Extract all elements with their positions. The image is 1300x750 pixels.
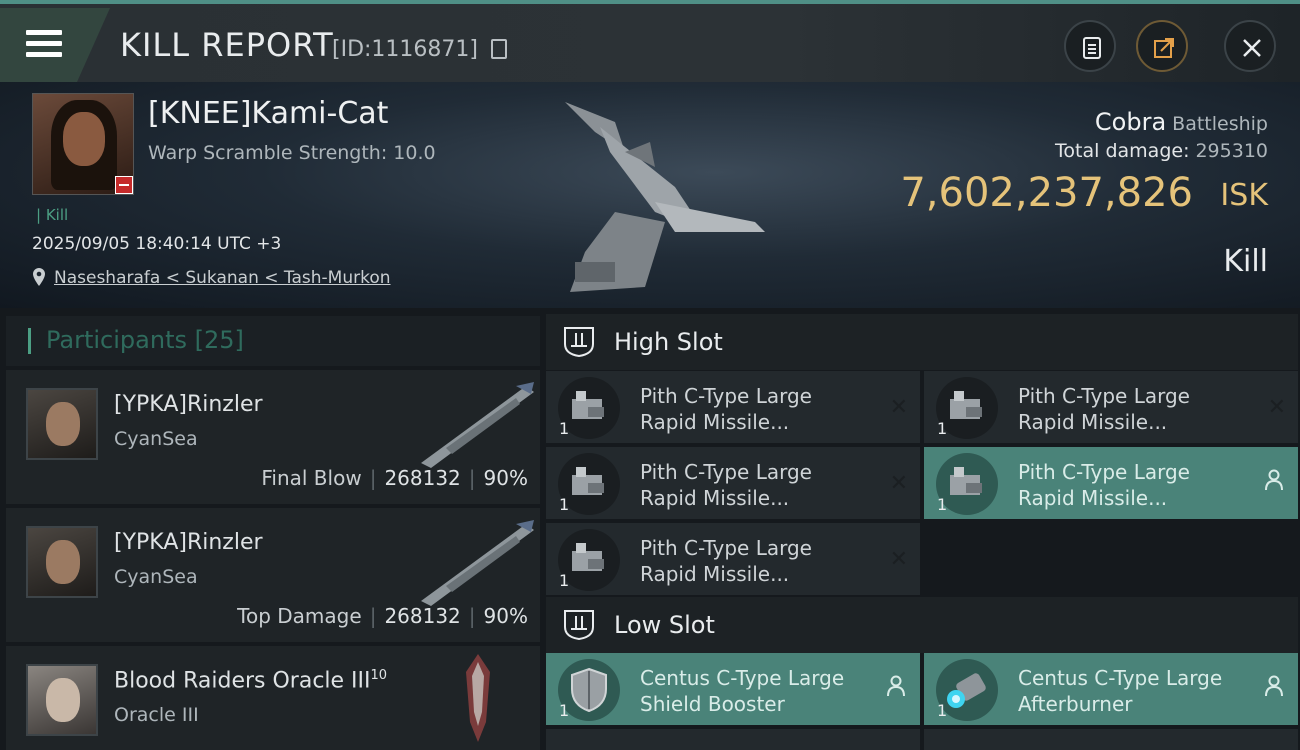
participant-row[interactable]: Blood Raiders Oracle III10 Oracle III [6,646,540,750]
hamburger-icon [26,30,62,58]
module-quantity: 1 [559,701,570,720]
isk-value: 7,602,237,826 [900,170,1193,216]
destroyed-icon: ✕ [889,395,908,420]
module-slot[interactable]: 1 Pith C-Type Large Rapid Missile... ✕ [546,371,920,443]
victim-name[interactable]: [KNEE]Kami-Cat [148,96,388,131]
module-quantity: 1 [559,495,570,514]
module-slot[interactable]: 1 Pith C-Type Large Rapid Missile... [924,447,1298,519]
person-icon [887,675,905,697]
participant-name: [YPKA]Rinzler [114,530,263,555]
share-button[interactable] [1136,20,1188,72]
module-name: Centus C-Type Large Afterburner [1018,666,1223,716]
destroyed-icon: ✕ [889,547,908,572]
module-name: Centus C-Type Large Shield Booster [640,666,845,716]
kill-datetime: 2025/09/05 18:40:14 UTC +3 [32,234,282,254]
participant-level: 10 [370,668,388,683]
participant-percent: 90% [483,604,528,628]
person-icon [1265,675,1283,697]
module-quantity: 1 [937,419,948,438]
module-name: Pith C-Type Large Rapid Missile... [640,460,812,510]
close-icon [1243,39,1261,57]
module-slot[interactable]: 1 Pith C-Type Large Rapid Missile... ✕ [924,371,1298,443]
participant-name: Blood Raiders Oracle III10 [114,668,388,694]
participant-corp: CyanSea [114,428,198,450]
high-slot-header: High Slot [546,314,1298,370]
isk-unit: ISK [1220,178,1268,213]
module-quantity: 1 [559,571,570,590]
participant-corp: CyanSea [114,566,198,588]
module-name: Pith C-Type Large Rapid Missile... [1018,460,1190,510]
module-quantity: 1 [559,419,570,438]
participant-ship-image [421,382,534,468]
result-label: Kill [1223,244,1268,279]
module-quantity: 1 [937,701,948,720]
low-slot-title: Low Slot [614,611,715,639]
participants-title: Participants [25] [46,326,244,354]
participant-damage: 268132 [384,466,461,490]
clipboard-icon [1083,37,1101,59]
ship-class: Battleship [1172,113,1268,135]
module-quantity: 1 [937,495,948,514]
low-slot-header: Low Slot [546,597,1298,653]
warp-scramble-strength: Warp Scramble Strength: 10.0 [148,142,436,164]
victim-ship-image[interactable] [555,92,775,302]
participant-corp: Oracle III [114,704,199,726]
module-name: Pith C-Type Large Rapid Missile... [640,384,812,434]
high-slot-title: High Slot [614,328,723,356]
participant-row[interactable]: [YPKA]Rinzler CyanSea Top Damage | 268132 |… [6,508,540,642]
copy-icon[interactable] [491,39,507,59]
module-name: Pith C-Type Large Rapid Missile... [640,536,812,586]
participant-stats: Final Blow | 268132 | 90% [261,466,528,490]
header-bar: KILL REPORT [ID:1116871] [0,0,1300,82]
participant-ship-image [466,654,490,742]
participant-row[interactable]: [YPKA]Rinzler CyanSea Final Blow | 268132 |… [6,370,540,504]
participant-stats: Top Damage | 268132 | 90% [237,604,528,628]
participant-portrait[interactable] [26,388,98,460]
total-damage: Total damage: 295310 [1055,140,1268,162]
low-slot-icon [564,610,594,641]
location-link[interactable]: Nasesharafa < Sukanan < Tash-Murkon [54,268,391,288]
kill-tag: | Kill [36,206,69,224]
destroyed-icon: ✕ [889,471,908,496]
participant-percent: 90% [483,466,528,490]
hostile-badge-icon [115,176,133,194]
participant-damage: 268132 [384,604,461,628]
module-slot[interactable]: 1 Centus C-Type Large Shield Booster [546,653,920,725]
module-slot[interactable] [546,729,920,750]
participants-header[interactable]: Participants [25] [6,316,540,366]
participant-portrait[interactable] [26,664,98,736]
participant-portrait[interactable] [26,526,98,598]
total-damage-value: 295310 [1195,140,1268,162]
participant-ship-image [421,520,534,606]
module-slot[interactable]: 1 Pith C-Type Large Rapid Missile... ✕ [546,523,920,595]
participants-count: [25] [194,326,244,354]
module-name: Pith C-Type Large Rapid Missile... [1018,384,1190,434]
high-slot-icon [564,327,594,358]
menu-button[interactable] [0,8,110,82]
participant-name: [YPKA]Rinzler [114,392,263,417]
module-slot[interactable] [924,729,1298,750]
share-icon [1154,38,1174,58]
ship-name: Cobra [1094,108,1167,136]
victim-ship: Cobra Battleship [1095,108,1268,136]
report-id: [ID:1116871] [332,37,478,62]
module-slot[interactable]: 1 Centus C-Type Large Afterburner [924,653,1298,725]
person-icon [1265,469,1283,491]
location-pin-icon [33,268,45,286]
close-button[interactable] [1224,20,1276,72]
participant-role: Top Damage [237,604,362,628]
page-title: KILL REPORT [120,26,334,64]
destroyed-icon: ✕ [1267,395,1286,420]
module-slot[interactable]: 1 Pith C-Type Large Rapid Missile... ✕ [546,447,920,519]
participant-role: Final Blow [261,466,362,490]
clipboard-button[interactable] [1064,20,1116,72]
total-damage-label: Total damage: [1055,140,1190,162]
